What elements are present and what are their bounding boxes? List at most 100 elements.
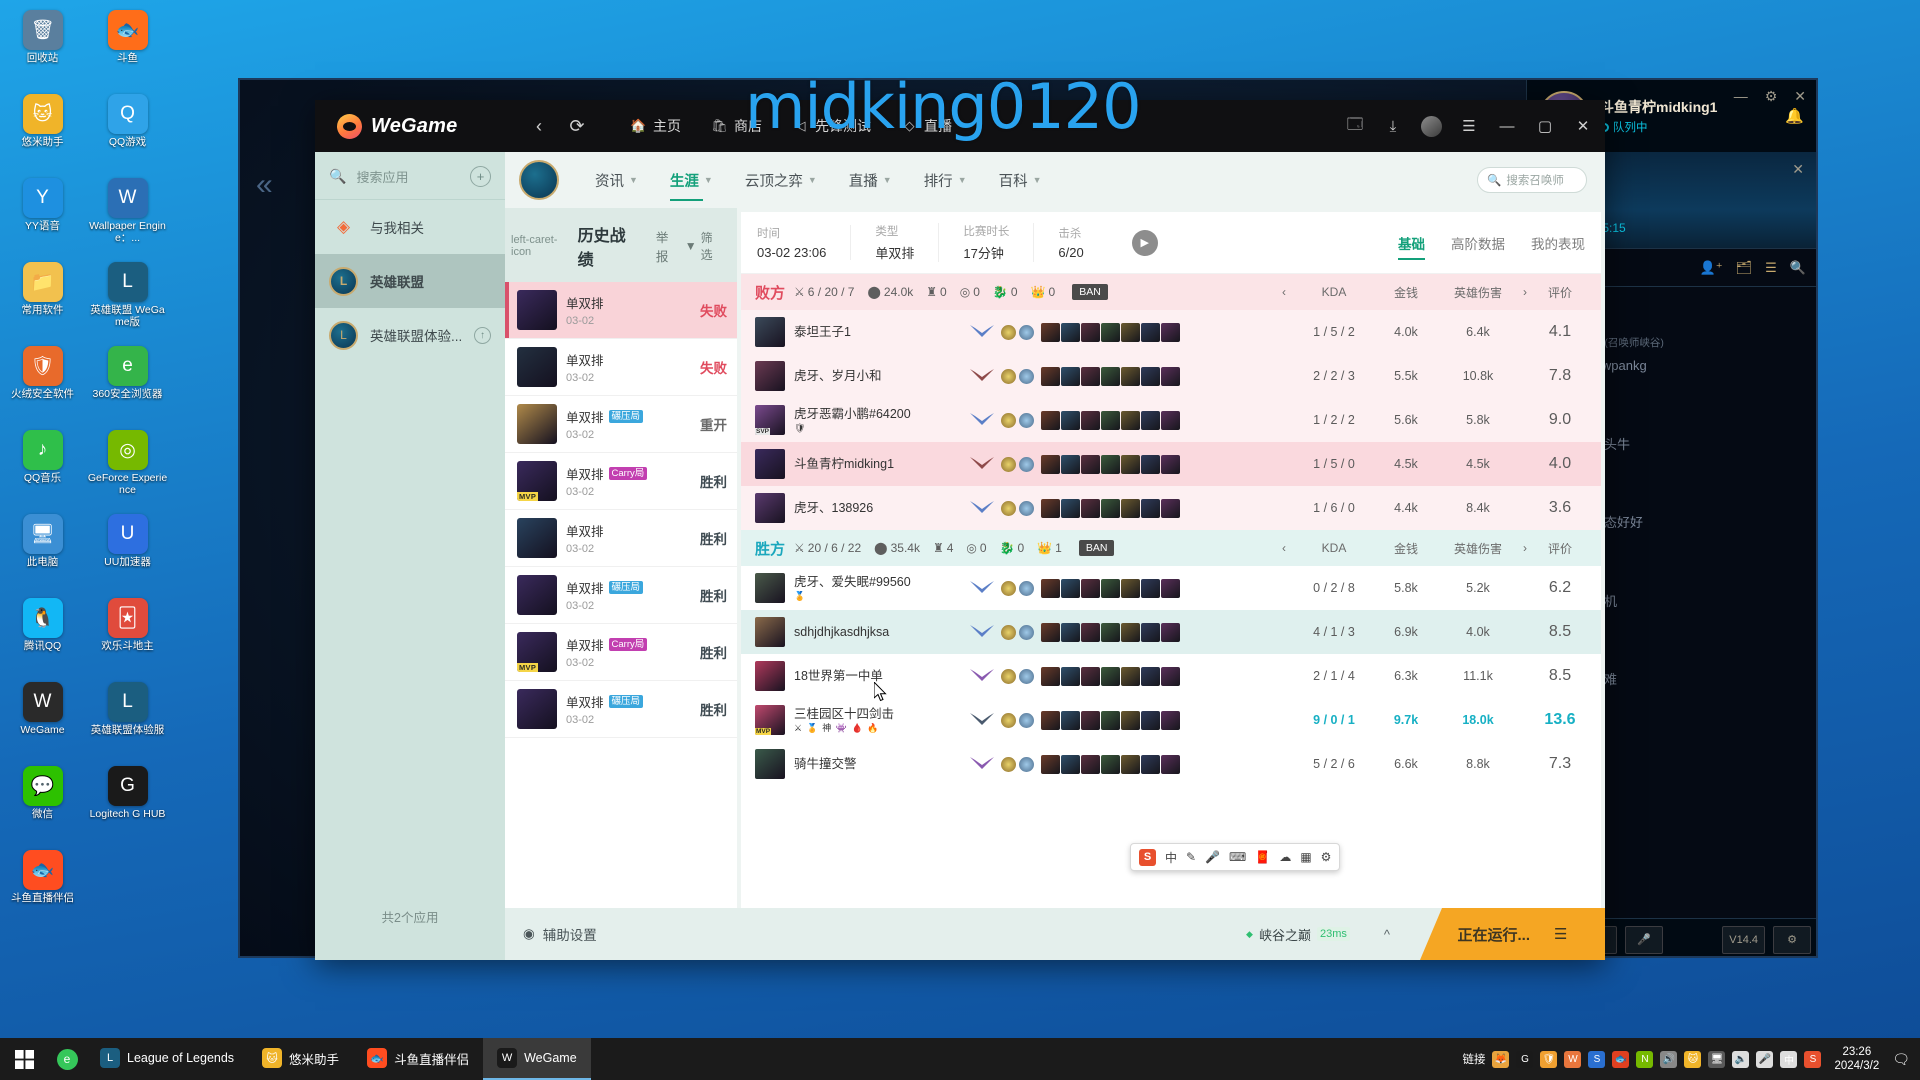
tray-icon-7[interactable]: N xyxy=(1636,1050,1654,1068)
player-row[interactable]: 骑牛撞交警 5 / 2 / 6 6.6k 8.8k 7.3 xyxy=(741,742,1601,786)
detail-tab-基础[interactable]: 基础 xyxy=(1398,233,1425,260)
game-tab-直播[interactable]: 直播 ▼ xyxy=(833,170,908,191)
desktop-icon-20[interactable]: G Logitech G HUB xyxy=(85,762,170,846)
player-row[interactable]: sdhjdhjkasdhjksa 4 / 1 / 3 6.9k 4.0k 8.5 xyxy=(741,610,1601,654)
assist-settings-button[interactable]: ◉ 辅助设置 xyxy=(523,924,597,944)
app-item-英雄联盟体验...[interactable]: L 英雄联盟体验... ↑ xyxy=(315,308,505,362)
app-item-与我相关[interactable]: ◈ 与我相关 xyxy=(315,200,505,254)
ime-item[interactable]: ✎ xyxy=(1186,850,1196,864)
ban-label[interactable]: BAN xyxy=(1078,540,1115,556)
player-row[interactable]: SVP 虎牙恶霸小鹏#64200 🛡 1 / 2 / 2 5.6k 5.8k 9.0 xyxy=(741,398,1601,442)
wegame-window[interactable]: WeGame ‹ ⟳ 🏠 主页 🛍 商店 ◁ 先锋测试 ◇ 直播 🗔 ⤓ ☰ — ▢ ✕ 🔍 … xyxy=(315,100,1605,960)
match-list-item[interactable]: 单双排 碾压局 03-02 重开 xyxy=(505,396,737,453)
ime-item[interactable]: ⌨ xyxy=(1229,850,1246,864)
search-summoner-input[interactable]: 🔍 搜索召唤师 xyxy=(1477,167,1587,193)
settings-icon[interactable]: ⚙ xyxy=(1773,925,1811,954)
search-icon[interactable]: 🔍 xyxy=(1790,260,1806,276)
minimize-icon[interactable]: — xyxy=(1734,88,1748,105)
desktop-icon-6[interactable]: W Wallpaper Engine：... xyxy=(85,174,170,258)
taskbar-item-WeGame[interactable]: W WeGame xyxy=(483,1038,591,1080)
back-arrow-icon[interactable]: ‹ xyxy=(520,100,558,152)
tray-icon-5[interactable]: S xyxy=(1588,1050,1606,1068)
minimize-icon[interactable]: — xyxy=(1489,100,1525,152)
desktop-icon-16[interactable]: 🃏 欢乐斗地主 xyxy=(85,594,170,678)
browser-icon[interactable]: e xyxy=(48,1038,86,1080)
desktop-icon-3[interactable]: 🐱 悠米助手 xyxy=(0,90,85,174)
right-caret-icon[interactable]: › xyxy=(1517,285,1533,299)
collapse-arrow-icon[interactable]: « xyxy=(256,168,273,202)
desktop-icon-11[interactable]: ♪ QQ音乐 xyxy=(0,426,85,510)
filter-button[interactable]: ▼ 筛选 xyxy=(685,229,727,263)
player-row[interactable]: 泰坦王子1 1 / 5 / 2 4.0k 6.4k 4.1 xyxy=(741,310,1601,354)
app-search[interactable]: 🔍 搜索应用 + xyxy=(315,166,505,200)
left-caret-icon[interactable]: ‹ xyxy=(1273,285,1295,299)
tray-icon-8[interactable]: 🔊 xyxy=(1660,1050,1678,1068)
create-group-icon[interactable]: 🗂 xyxy=(1736,260,1753,276)
maximize-icon[interactable]: ▢ xyxy=(1527,100,1563,152)
match-list-item[interactable]: 单双排 碾压局 03-02 胜利 xyxy=(505,567,737,624)
hamburger-icon[interactable]: ☰ xyxy=(1554,925,1567,943)
close-icon[interactable]: ✕ xyxy=(1794,88,1806,105)
detail-tab-高阶数据[interactable]: 高阶数据 xyxy=(1451,233,1505,253)
player-row[interactable]: MVP 三桂园区十四剑击 ⚔ 🏅 神 👾 🩸 🔥 9 / 0 / 1 9.7k 18.0k… xyxy=(741,698,1601,742)
tray-icon-9[interactable]: 🐱 xyxy=(1684,1050,1702,1068)
desktop-icon-17[interactable]: W WeGame xyxy=(0,678,85,762)
add-app-icon[interactable]: + xyxy=(470,166,491,187)
download-icon[interactable]: ⤓ xyxy=(1375,100,1411,152)
game-tab-生涯[interactable]: 生涯 ▼ xyxy=(654,170,729,201)
tray-icon-13[interactable]: 中 xyxy=(1780,1050,1798,1068)
windows-icon[interactable] xyxy=(0,1038,48,1080)
clock[interactable]: 23:26 2024/3/2 xyxy=(1834,1045,1879,1073)
avatar-icon[interactable] xyxy=(1413,100,1449,152)
match-list-item[interactable]: 单双排 03-02 失败 xyxy=(505,339,737,396)
expand-icon[interactable]: ^ xyxy=(1384,927,1390,942)
desktop-icon-5[interactable]: Y YY语音 xyxy=(0,174,85,258)
update-icon[interactable]: ↑ xyxy=(474,326,491,344)
match-list-item[interactable]: 单双排 碾压局 03-02 胜利 xyxy=(505,681,737,738)
close-icon[interactable]: ✕ xyxy=(1792,161,1804,178)
running-button[interactable]: 正在运行... ☰ xyxy=(1420,908,1605,960)
inbox-icon[interactable]: 🗔 xyxy=(1337,100,1373,152)
tray-icon-6[interactable]: 🐟 xyxy=(1612,1050,1630,1068)
left-caret-icon[interactable]: ‹ xyxy=(1273,541,1295,555)
match-list[interactable]: 单双排 03-02 失败 单双排 03-02 失败 单双排 碾压局 03-02 重开 MVP 单双排 C… xyxy=(505,282,737,908)
desktop-icon-10[interactable]: e 360安全浏览器 xyxy=(85,342,170,426)
list-icon[interactable]: ☰ xyxy=(1765,260,1777,276)
report-link[interactable]: 举报 xyxy=(656,227,679,265)
taskbar-item-League of Legends[interactable]: L League of Legends xyxy=(86,1038,248,1080)
tray-icon-1[interactable]: 🦊 xyxy=(1492,1050,1510,1068)
desktop-icon-8[interactable]: L 英雄联盟 WeGame版 xyxy=(85,258,170,342)
tray-icon-11[interactable]: 🔈 xyxy=(1732,1050,1750,1068)
taskbar-item-斗鱼直播伴侣[interactable]: 🐟 斗鱼直播伴侣 xyxy=(353,1038,483,1080)
ime-item[interactable]: ☁ xyxy=(1279,850,1291,864)
match-list-item[interactable]: MVP 单双排 Carry局 03-02 胜利 xyxy=(505,453,737,510)
match-list-item[interactable]: MVP 单双排 Carry局 03-02 胜利 xyxy=(505,624,737,681)
tray-icon-14[interactable]: S xyxy=(1804,1050,1822,1068)
detail-tab-我的表现[interactable]: 我的表现 xyxy=(1531,233,1585,253)
desktop-icon-15[interactable]: 🐧 腾讯QQ xyxy=(0,594,85,678)
game-tab-百科[interactable]: 百科 ▼ xyxy=(983,170,1058,191)
desktop-icon-1[interactable]: 🗑 回收站 xyxy=(0,6,85,90)
match-list-item[interactable]: 单双排 03-02 胜利 xyxy=(505,510,737,567)
sogou-icon[interactable]: S xyxy=(1139,848,1156,866)
right-caret-icon[interactable]: › xyxy=(1517,541,1533,555)
ime-item[interactable]: 🧧 xyxy=(1255,850,1270,864)
tray-icon-10[interactable]: 🖥 xyxy=(1708,1050,1726,1068)
tray-icon-3[interactable]: 🛡 xyxy=(1540,1050,1558,1068)
tray-icon-2[interactable]: G xyxy=(1516,1050,1534,1068)
desktop-icon-19[interactable]: 💬 微信 xyxy=(0,762,85,846)
ime-item[interactable]: ⚙ xyxy=(1321,850,1332,864)
game-tab-排行[interactable]: 排行 ▼ xyxy=(908,170,983,191)
desktop-icon-14[interactable]: U UU加速器 xyxy=(85,510,170,594)
add-friend-icon[interactable]: 👤⁺ xyxy=(1700,260,1723,276)
desktop-icon-21[interactable]: 🐟 斗鱼直播伴侣 xyxy=(0,846,85,930)
mic-icon[interactable]: 🎤 xyxy=(1625,925,1663,954)
desktop-icon-4[interactable]: Q QQ游戏 xyxy=(85,90,170,174)
tray-icon-12[interactable]: 🎤 xyxy=(1756,1050,1774,1068)
ime-item[interactable]: 中 xyxy=(1165,849,1177,866)
top-tab-主页[interactable]: 🏠 主页 xyxy=(630,116,681,136)
player-row[interactable]: 虎牙、岁月小和 2 / 2 / 3 5.5k 10.8k 7.8 xyxy=(741,354,1601,398)
match-list-item[interactable]: 单双排 03-02 失败 xyxy=(505,282,737,339)
game-tab-云顶之弈[interactable]: 云顶之弈 ▼ xyxy=(729,170,833,191)
menu-icon[interactable]: ☰ xyxy=(1451,100,1487,152)
